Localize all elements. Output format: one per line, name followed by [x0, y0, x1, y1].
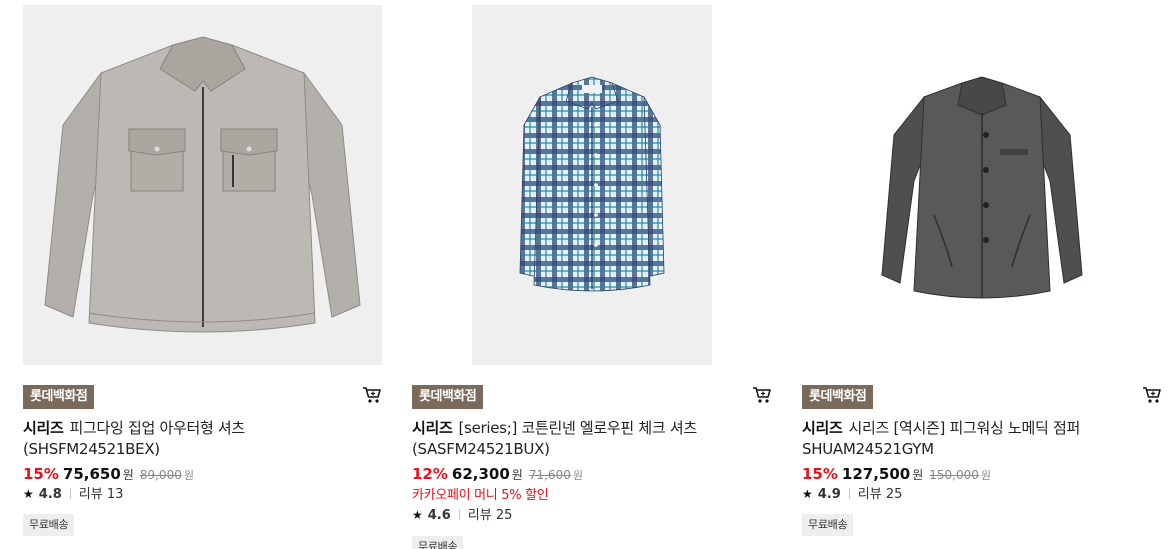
store-badge: 롯데백화점	[802, 385, 874, 409]
divider	[848, 488, 850, 499]
star-icon: ★	[412, 508, 423, 522]
charcoal-jumper-icon	[802, 5, 1162, 365]
cart-icon[interactable]	[752, 386, 772, 404]
product-image[interactable]	[23, 5, 382, 365]
brand-name: 시리즈	[412, 419, 453, 437]
original-price: 71,600	[528, 468, 571, 482]
divider	[458, 509, 460, 520]
original-currency-label: 원	[183, 469, 194, 482]
product-name: [series;] 코튼린넨 엘로우핀 체크 셔츠	[458, 419, 698, 437]
product-image[interactable]	[802, 5, 1162, 365]
product-card[interactable]: 롯데백화점 시리즈 시리즈 [역시즌] 피그워싱 노메딕 점퍼 SHUAM2452…	[802, 0, 1162, 549]
product-name: 피그다잉 집업 아우터형 셔츠	[69, 419, 246, 437]
rating-row: ★ 4.9 리뷰 25	[802, 485, 902, 504]
review-count[interactable]: 리뷰 25	[468, 508, 513, 523]
currency-label: 원	[511, 468, 523, 482]
free-shipping-badge: 무료배송	[802, 514, 854, 536]
cart-icon[interactable]	[362, 386, 382, 404]
discount-rate: 15%	[802, 465, 838, 483]
product-code: SHUAM24521GYM	[802, 440, 934, 458]
sale-price: 127,500	[841, 465, 911, 483]
rating-score: 4.9	[817, 487, 841, 502]
review-count[interactable]: 리뷰 13	[79, 487, 124, 502]
product-title[interactable]: 시리즈 시리즈 [역시즌] 피그워싱 노메딕 점퍼 SHUAM24521GYM	[802, 418, 1142, 460]
store-badge: 롯데백화점	[23, 385, 95, 409]
star-icon: ★	[802, 487, 813, 501]
brand-name: 시리즈	[802, 419, 843, 437]
review-count[interactable]: 리뷰 25	[858, 487, 903, 502]
product-code: (SASFM24521BUX)	[412, 440, 550, 458]
sale-price: 62,300	[451, 465, 510, 483]
store-badge: 롯데백화점	[412, 385, 484, 409]
price-row: 15% 127,500 원 150,000 원	[802, 463, 991, 487]
original-price: 150,000	[929, 468, 979, 482]
rating-score: 4.6	[427, 508, 451, 523]
discount-rate: 12%	[412, 465, 448, 483]
brand-name: 시리즈	[23, 419, 64, 437]
original-price: 89,000	[139, 468, 182, 482]
product-image[interactable]	[472, 5, 712, 365]
product-name: 시리즈 [역시즌] 피그워싱 노메딕 점퍼	[848, 419, 1081, 437]
product-card[interactable]: 롯데백화점 시리즈 피그다잉 집업 아우터형 셔츠 (SHSFM24521BEX)…	[23, 0, 383, 549]
original-currency-label: 원	[980, 469, 992, 482]
currency-label: 원	[122, 468, 134, 482]
original-currency-label: 원	[572, 469, 583, 482]
free-shipping-badge: 무료배송	[412, 536, 464, 549]
gray-zip-shirt-jacket-icon	[23, 5, 382, 365]
free-shipping-badge: 무료배송	[23, 514, 75, 536]
sale-price: 75,650	[62, 465, 121, 483]
cart-icon[interactable]	[1142, 386, 1162, 404]
rating-row: ★ 4.8 리뷰 13	[23, 485, 123, 504]
star-icon: ★	[23, 487, 34, 501]
blue-check-shirt-icon	[472, 5, 712, 365]
rating-score: 4.8	[38, 487, 62, 502]
promo-text: 카카오페이 머니 5% 할인	[412, 488, 549, 503]
product-card[interactable]: 롯데백화점 시리즈 [series;] 코튼린넨 엘로우핀 체크 셔츠 (SASF…	[412, 0, 772, 549]
product-code: (SHSFM24521BEX)	[23, 440, 160, 458]
divider	[69, 488, 71, 499]
rating-row: ★ 4.6 리뷰 25	[412, 506, 512, 525]
price-row: 15% 75,650 원 89,000 원	[23, 463, 194, 487]
product-title[interactable]: 시리즈 피그다잉 집업 아우터형 셔츠 (SHSFM24521BEX)	[23, 418, 363, 460]
currency-label: 원	[912, 468, 924, 482]
product-title[interactable]: 시리즈 [series;] 코튼린넨 엘로우핀 체크 셔츠 (SASFM24521…	[412, 418, 752, 460]
discount-rate: 15%	[23, 465, 59, 483]
